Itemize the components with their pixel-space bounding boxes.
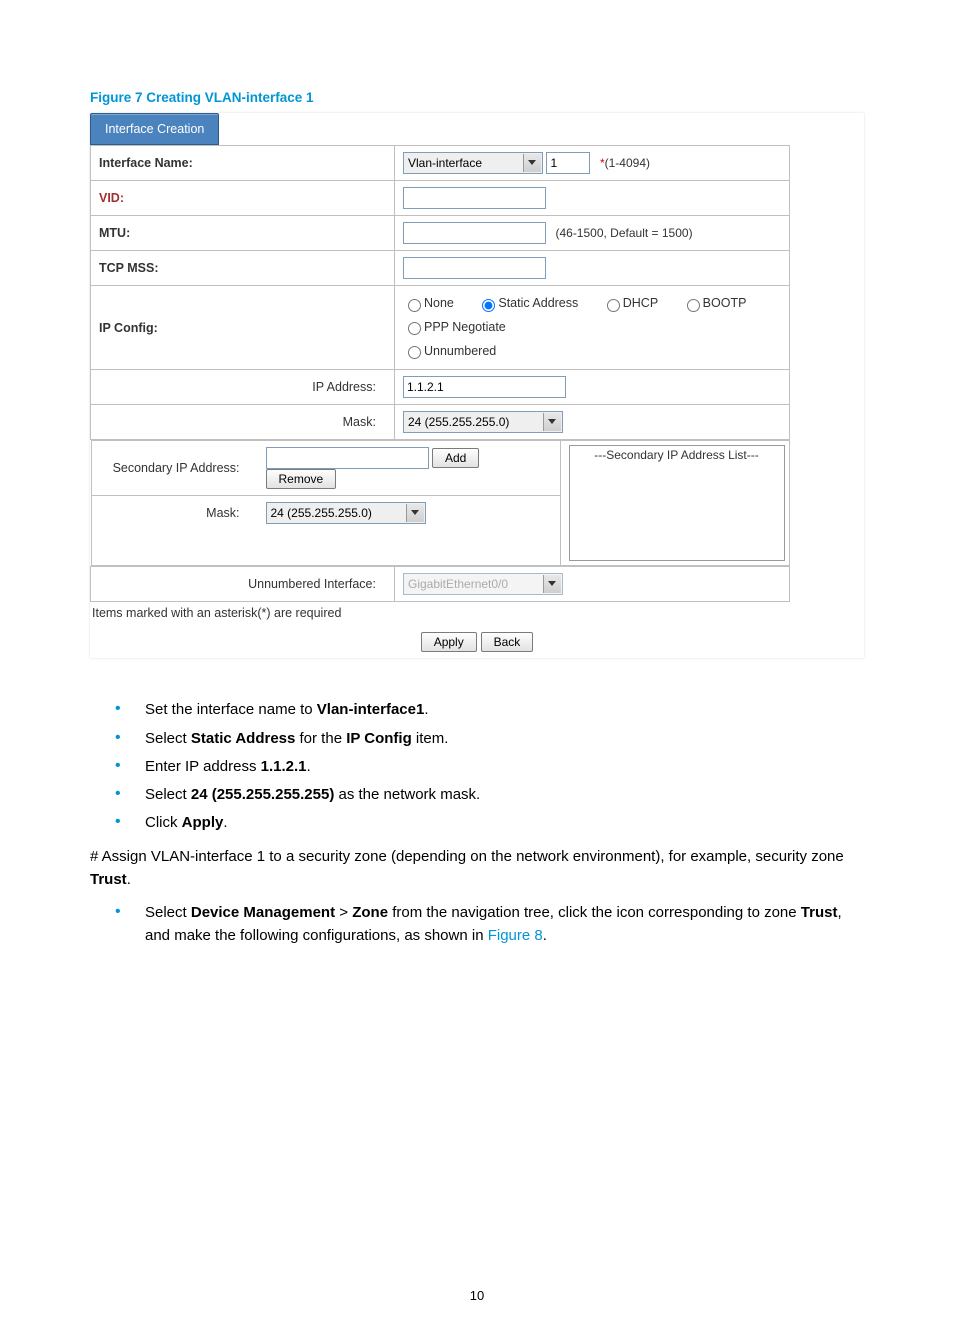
- label-secip: Secondary IP Address:: [92, 441, 258, 496]
- mtu-input[interactable]: [403, 222, 546, 244]
- instruction-item: Select 24 (255.255.255.255) as the netwo…: [90, 783, 864, 806]
- add-button[interactable]: Add: [432, 448, 479, 468]
- mask2-select[interactable]: 24 (255.255.255.0): [266, 502, 426, 524]
- label-mtu: MTU:: [91, 216, 395, 251]
- label-unnumbered: Unnumbered Interface:: [91, 567, 395, 602]
- remove-button[interactable]: Remove: [266, 469, 337, 489]
- form-table: Interface Name: Vlan-interface **(1-4094…: [90, 145, 790, 602]
- instruction-item: Enter IP address 1.1.2.1.: [90, 755, 864, 778]
- label-tcpmss: TCP MSS:: [91, 251, 395, 286]
- radio-dhcp[interactable]: [607, 299, 620, 312]
- mask1-select[interactable]: 24 (255.255.255.0): [403, 411, 563, 433]
- label-ipconfig: IP Config:: [91, 286, 395, 370]
- instruction-item: Select Device Management > Zone from the…: [90, 901, 864, 948]
- label-vid: VID:: [91, 181, 395, 216]
- label-mask2: Mask:: [92, 496, 258, 531]
- instruction-item: Set the interface name to Vlan-interface…: [90, 698, 864, 721]
- label-mask1: Mask:: [91, 405, 395, 440]
- apply-button[interactable]: Apply: [421, 632, 477, 652]
- radio-unnumbered[interactable]: [408, 346, 421, 359]
- ip-input[interactable]: [403, 376, 566, 398]
- tab-interface-creation[interactable]: Interface Creation: [90, 113, 219, 145]
- figure-8-link[interactable]: Figure 8: [488, 927, 543, 944]
- footer-buttons: Apply Back: [90, 626, 864, 658]
- required-note: Items marked with an asterisk(*) are req…: [92, 606, 864, 620]
- instruction-item: Click Apply.: [90, 811, 864, 834]
- label-interface-name: Interface Name:: [91, 146, 395, 181]
- radio-none[interactable]: [408, 299, 421, 312]
- instruction-item: Select Static Address for the IP Config …: [90, 727, 864, 750]
- zone-paragraph: # Assign VLAN-interface 1 to a security …: [90, 845, 864, 892]
- interface-number-input[interactable]: [546, 152, 590, 174]
- radio-bootp[interactable]: [687, 299, 700, 312]
- instructions: Set the interface name to Vlan-interface…: [90, 698, 864, 947]
- vid-input[interactable]: [403, 187, 546, 209]
- unnumbered-select: GigabitEthernet0/0: [403, 573, 563, 595]
- figure-caption: Figure 7 Creating VLAN-interface 1: [90, 90, 864, 105]
- mtu-hint: (46-1500, Default = 1500): [555, 226, 692, 240]
- secondary-ip-list[interactable]: ---Secondary IP Address List---: [569, 445, 785, 561]
- label-ip: IP Address:: [91, 370, 395, 405]
- radio-ppp[interactable]: [408, 322, 421, 335]
- tcpmss-input[interactable]: [403, 257, 546, 279]
- interface-creation-panel: Interface Creation Interface Name: Vlan-…: [90, 113, 864, 658]
- radio-static[interactable]: [482, 299, 495, 312]
- interface-type-select[interactable]: Vlan-interface: [403, 152, 543, 174]
- back-button[interactable]: Back: [481, 632, 534, 652]
- secip-input[interactable]: [266, 447, 429, 469]
